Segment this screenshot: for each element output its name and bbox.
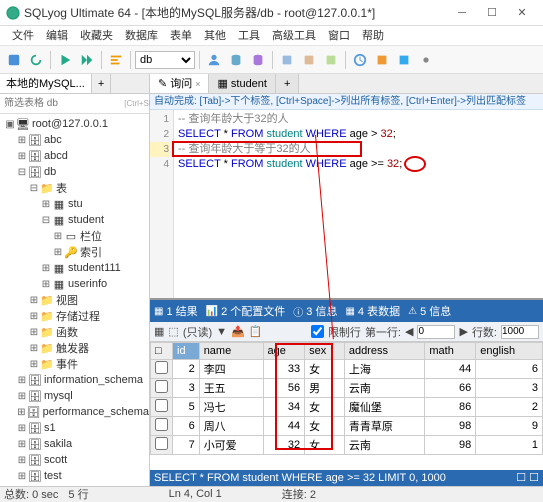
app-logo: [6, 6, 20, 20]
status-pos: Ln 4, Col 1: [169, 488, 222, 500]
main-toolbar: db: [0, 46, 543, 74]
users-icon[interactable]: [204, 50, 224, 70]
result-tab-2[interactable]: 📊 2 个配置文件: [206, 303, 286, 319]
database-icon: 🗄: [28, 470, 42, 482]
database-icon: 🗄: [28, 134, 42, 146]
db-selector[interactable]: db: [135, 51, 195, 69]
database-icon: 🗄: [28, 374, 42, 386]
menu-file[interactable]: 文件: [6, 26, 40, 45]
database-icon: 🗄: [28, 454, 42, 466]
table-icon: ▦: [52, 262, 66, 274]
connection-tab-add[interactable]: +: [92, 74, 111, 93]
export-icon[interactable]: [372, 50, 392, 70]
export-icon[interactable]: 📤: [231, 325, 245, 338]
result-tab-5[interactable]: ⚠ 5 信息: [408, 303, 451, 319]
folder-icon: 📁: [40, 342, 54, 354]
new-conn-icon[interactable]: [4, 50, 24, 70]
close-button[interactable]: ✕: [507, 3, 537, 23]
table-row[interactable]: 5冯七34女魔仙堡862: [151, 398, 543, 417]
sql-editor[interactable]: 1 2 3 4 -- 查询年龄大于32的人 SELECT * FROM stud…: [150, 110, 543, 300]
tool3-icon[interactable]: [321, 50, 341, 70]
readonly-label: (只读): [183, 324, 212, 340]
status-total: 总数: 0 sec: [4, 486, 58, 502]
import-icon[interactable]: [394, 50, 414, 70]
editor-hint: 自动完成: [Tab]->下个标签, [Ctrl+Space]->列出所有标签,…: [150, 94, 543, 110]
object-tree[interactable]: ▣🖥root@127.0.0.1 ⊞🗄abc ⊞🗄abcd ⊟🗄db ⊟📁表 ⊞…: [0, 114, 149, 486]
folder-icon: 📁: [40, 326, 54, 338]
menu-help[interactable]: 帮助: [356, 26, 390, 45]
db-icon[interactable]: [226, 50, 246, 70]
backup-icon[interactable]: [248, 50, 268, 70]
database-icon: 🗄: [28, 390, 42, 402]
table-row[interactable]: 3王五56男云南663: [151, 379, 543, 398]
minimize-button[interactable]: ─: [447, 3, 477, 23]
format-icon[interactable]: [106, 50, 126, 70]
table-icon: ▦: [217, 74, 227, 94]
folder-icon: 📁: [40, 310, 54, 322]
refresh-icon[interactable]: [26, 50, 46, 70]
window-title: SQLyog Ultimate 64 - [本地的MySQL服务器/db - r…: [24, 4, 447, 21]
tool2-icon[interactable]: [299, 50, 319, 70]
table-icon: ▦: [52, 214, 66, 226]
column-icon: ▭: [64, 230, 78, 242]
database-icon: 🗄: [28, 438, 42, 450]
folder-icon: 📁: [40, 358, 54, 370]
table-icon: ▦: [52, 278, 66, 290]
run-all-icon[interactable]: [77, 50, 97, 70]
connection-tab[interactable]: 本地的MySQL...: [0, 74, 92, 93]
result-tab-4[interactable]: ▦ 4 表数据: [345, 303, 400, 319]
table-icon: ▦: [52, 198, 66, 210]
executed-sql: SELECT * FROM student WHERE age >= 32 LI…: [154, 470, 446, 486]
query-tab-add[interactable]: +: [276, 74, 299, 93]
run-icon[interactable]: [55, 50, 75, 70]
form-view-icon[interactable]: ⬚: [168, 325, 178, 338]
result-grid[interactable]: □ id name age sex address math english 2…: [150, 342, 543, 470]
database-icon: 🗄: [28, 166, 42, 178]
menu-fav[interactable]: 收藏夹: [74, 26, 119, 45]
tool1-icon[interactable]: [277, 50, 297, 70]
maximize-button[interactable]: ☐: [477, 3, 507, 23]
settings-icon[interactable]: [416, 50, 436, 70]
query-icon: ✎: [158, 74, 167, 94]
menu-edit[interactable]: 编辑: [40, 26, 74, 45]
table-row[interactable]: 6周八44女青青草原989: [151, 417, 543, 436]
index-icon: 🔑: [64, 246, 78, 258]
copy-icon[interactable]: 📋: [249, 325, 263, 338]
status-conn: 连接: 2: [282, 486, 316, 502]
menu-table[interactable]: 表单: [164, 26, 198, 45]
result-tabs: ▦ 1 结果 📊 2 个配置文件 ⓘ 3 信息 ▦ 4 表数据 ⚠ 5 信息: [150, 300, 543, 322]
database-icon: 🗄: [28, 150, 42, 162]
menu-window[interactable]: 窗口: [322, 26, 356, 45]
limit-checkbox[interactable]: [311, 325, 324, 338]
menu-adv[interactable]: 高级工具: [266, 26, 322, 45]
table-row[interactable]: 2李四33女上海446: [151, 360, 543, 379]
query-tab-0[interactable]: ✎询问×: [150, 74, 209, 93]
filter-input[interactable]: [0, 94, 140, 113]
row-count-input[interactable]: [501, 325, 539, 339]
result-tab-1[interactable]: ▦ 1 结果: [154, 303, 198, 319]
status-rows: 5 行: [68, 486, 88, 502]
folder-icon: 📁: [40, 182, 54, 194]
first-row-input[interactable]: [417, 325, 455, 339]
server-icon: 🖥: [16, 118, 30, 130]
result-tab-3[interactable]: ⓘ 3 信息: [293, 303, 337, 319]
table-row[interactable]: 7小可爱32女云南981: [151, 436, 543, 455]
sched-icon[interactable]: [350, 50, 370, 70]
menu-bar: 文件 编辑 收藏夹 数据库 表单 其他 工具 高级工具 窗口 帮助: [0, 26, 543, 46]
menu-db[interactable]: 数据库: [119, 26, 164, 45]
menu-tools[interactable]: 工具: [232, 26, 266, 45]
folder-icon: 📁: [40, 294, 54, 306]
query-tab-1[interactable]: ▦student: [209, 74, 276, 93]
grid-view-icon[interactable]: ▦: [154, 325, 164, 338]
menu-other[interactable]: 其他: [198, 26, 232, 45]
database-icon: 🗄: [27, 406, 41, 418]
database-icon: 🗄: [28, 422, 42, 434]
close-tab-icon[interactable]: ×: [195, 74, 200, 94]
